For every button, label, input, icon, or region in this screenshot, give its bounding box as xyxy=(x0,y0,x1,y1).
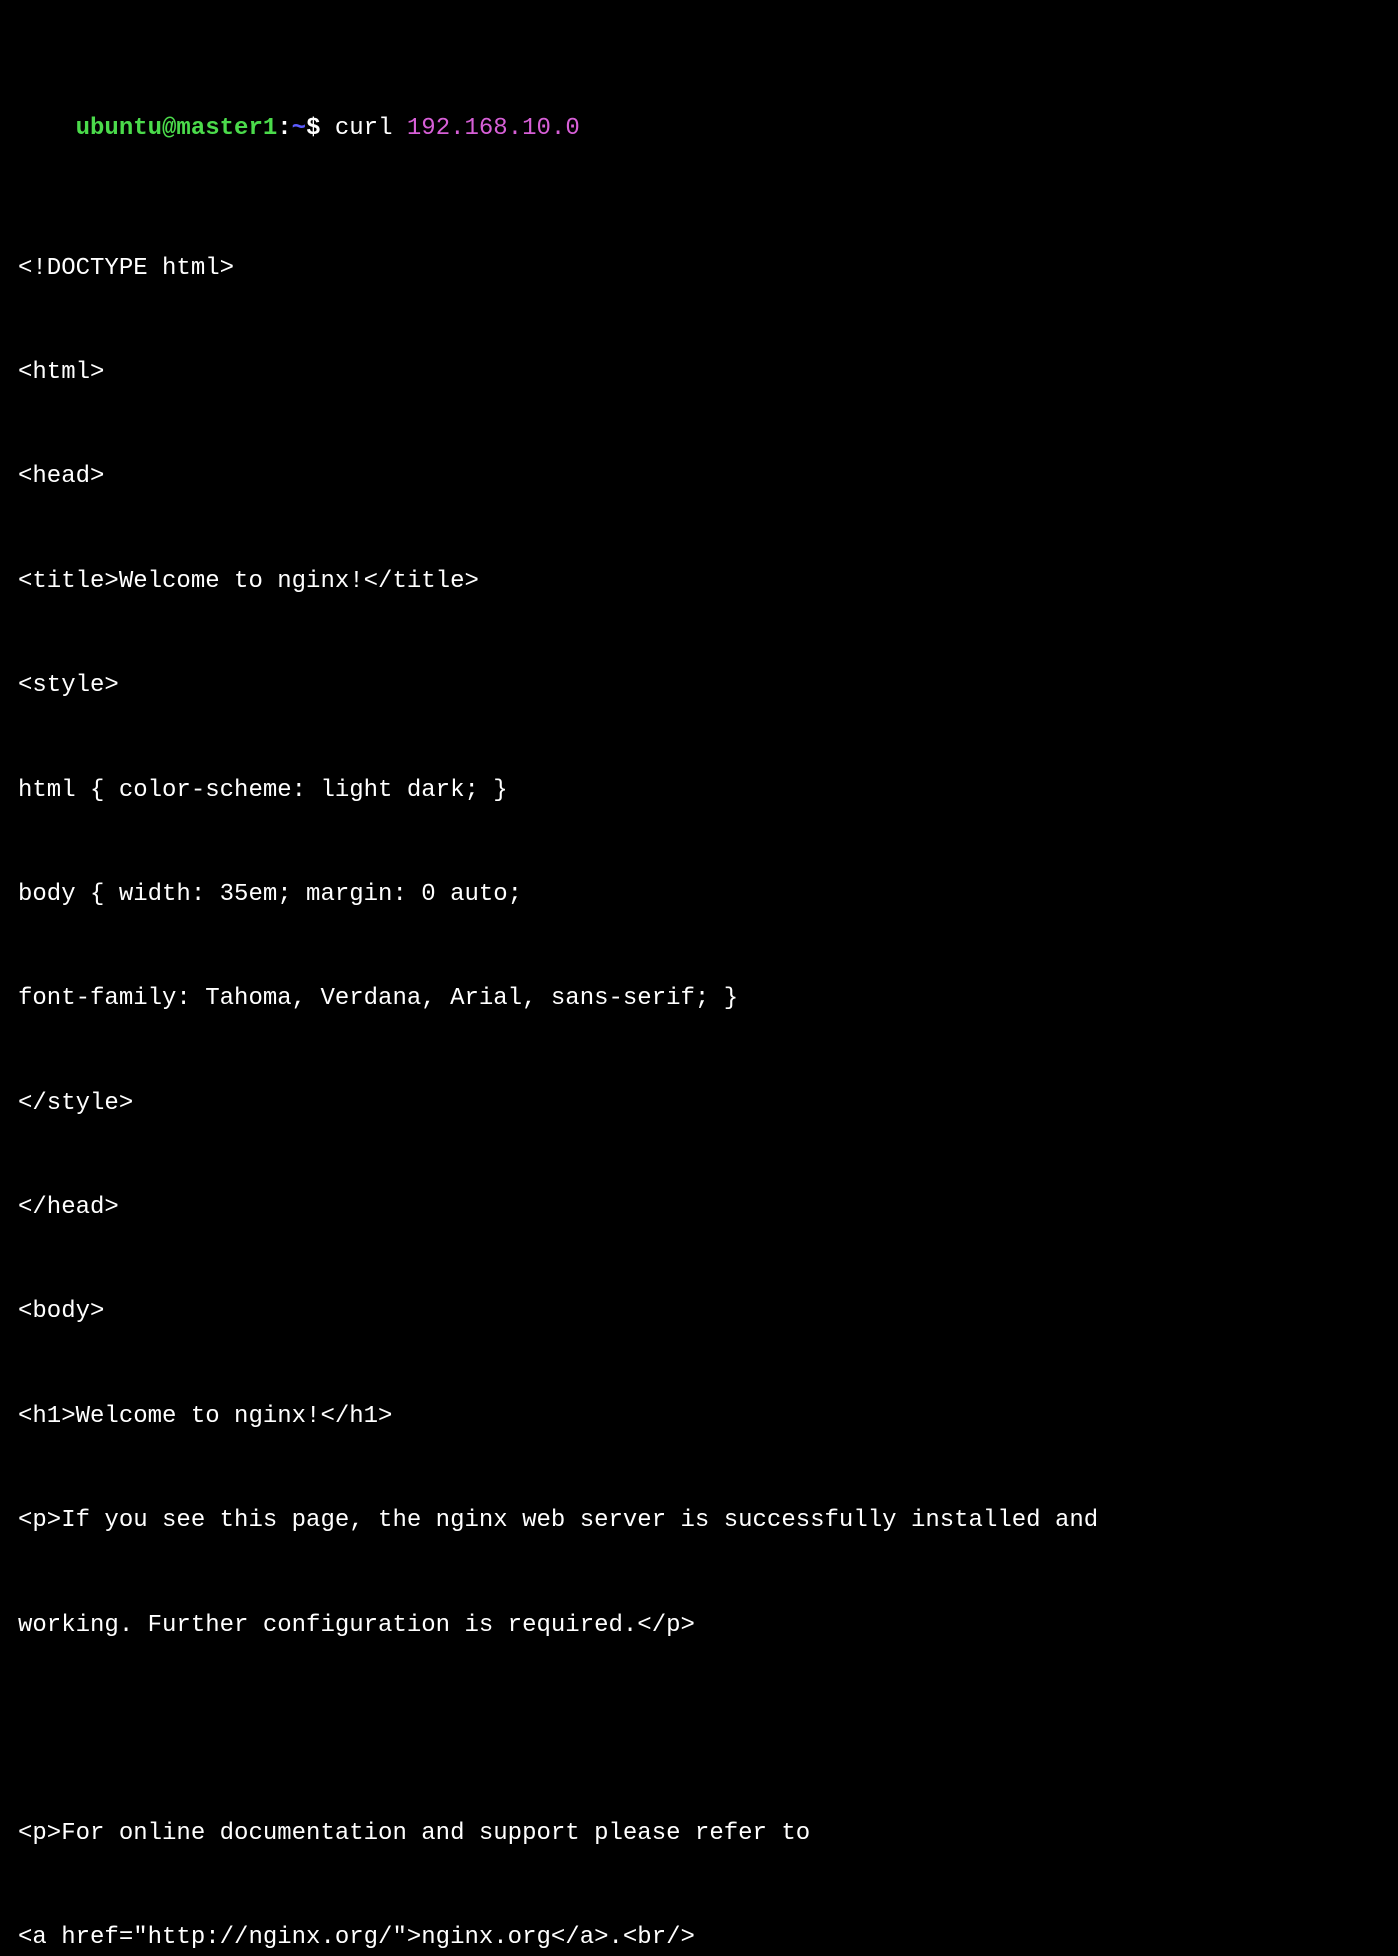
user-host: ubuntu@master1 xyxy=(76,115,278,142)
output-line: </style> xyxy=(18,1087,1380,1122)
command-curl: curl xyxy=(320,115,406,142)
output-line: <body> xyxy=(18,1295,1380,1330)
output-line: <p>If you see this page, the nginx web s… xyxy=(18,1504,1380,1539)
prompt-line-1: ubuntu@master1:~$ curl 192.168.10.0 xyxy=(18,78,1380,182)
output-line: <p>For online documentation and support … xyxy=(18,1817,1380,1852)
prompt-dollar: $ xyxy=(306,115,320,142)
output-line: body { width: 35em; margin: 0 auto; xyxy=(18,878,1380,913)
output-line: <html> xyxy=(18,356,1380,391)
prompt-path: ~ xyxy=(292,115,306,142)
terminal[interactable]: ubuntu@master1:~$ curl 192.168.10.0 <!DO… xyxy=(18,8,1380,1956)
output-line: font-family: Tahoma, Verdana, Arial, san… xyxy=(18,982,1380,1017)
output-line: <a href="http://nginx.org/">nginx.org</a… xyxy=(18,1921,1380,1956)
output-line: </head> xyxy=(18,1191,1380,1226)
output-line: html { color-scheme: light dark; } xyxy=(18,774,1380,809)
output-line: <head> xyxy=(18,460,1380,495)
output-line: working. Further configuration is requir… xyxy=(18,1609,1380,1644)
command-ip: 192.168.10.0 xyxy=(407,115,580,142)
output-line: <h1>Welcome to nginx!</h1> xyxy=(18,1400,1380,1435)
output-line: <!DOCTYPE html> xyxy=(18,252,1380,287)
prompt-colon: : xyxy=(277,115,291,142)
blank-line xyxy=(18,1713,1380,1747)
output-line: <title>Welcome to nginx!</title> xyxy=(18,565,1380,600)
output-line: <style> xyxy=(18,669,1380,704)
